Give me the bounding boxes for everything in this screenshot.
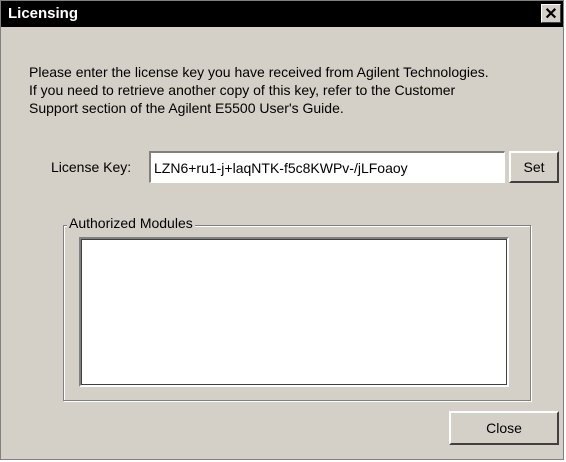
license-key-label: License Key: — [51, 159, 132, 175]
instructions-text: Please enter the license key you have re… — [29, 64, 489, 116]
license-key-input[interactable] — [149, 151, 505, 183]
close-icon[interactable]: ✕ — [541, 4, 561, 23]
close-button[interactable]: Close — [449, 411, 559, 445]
authorized-modules-list[interactable] — [79, 237, 509, 387]
title-bar[interactable]: Licensing ✕ — [1, 1, 563, 27]
licensing-dialog: Licensing ✕ Please enter the license key… — [0, 0, 564, 460]
set-button[interactable]: Set — [509, 151, 559, 183]
authorized-modules-legend: Authorized Modules — [67, 215, 195, 231]
window-title: Licensing — [8, 5, 79, 22]
